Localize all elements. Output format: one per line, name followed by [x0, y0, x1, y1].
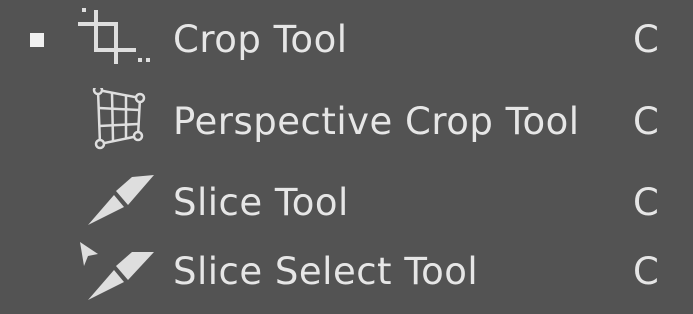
menu-item-slice-tool[interactable]: Slice Tool C [0, 169, 693, 235]
active-tool-indicator [30, 33, 44, 47]
crop-icon [76, 6, 160, 72]
perspective-crop-tool-label: Perspective Crop Tool [173, 100, 580, 143]
slice-tool-label: Slice Tool [173, 181, 349, 224]
menu-item-perspective-crop-tool[interactable]: Perspective Crop Tool C [0, 88, 693, 154]
crop-tool-shortcut: C [633, 18, 659, 61]
crop-tool-label: Crop Tool [173, 18, 348, 61]
slice-tool-shortcut: C [633, 181, 659, 224]
slice-icon [76, 169, 160, 235]
menu-item-slice-select-tool[interactable]: Slice Select Tool C [0, 238, 693, 304]
slice-select-tool-label: Slice Select Tool [173, 250, 479, 293]
perspective-crop-tool-shortcut: C [633, 100, 659, 143]
perspective-crop-icon [76, 88, 160, 154]
slice-select-tool-shortcut: C [633, 250, 659, 293]
menu-item-crop-tool[interactable]: Crop Tool C [0, 6, 693, 72]
tool-flyout-menu: Crop Tool C Perspective Crop Tool C Slic… [0, 0, 693, 314]
slice-select-icon [76, 238, 160, 304]
